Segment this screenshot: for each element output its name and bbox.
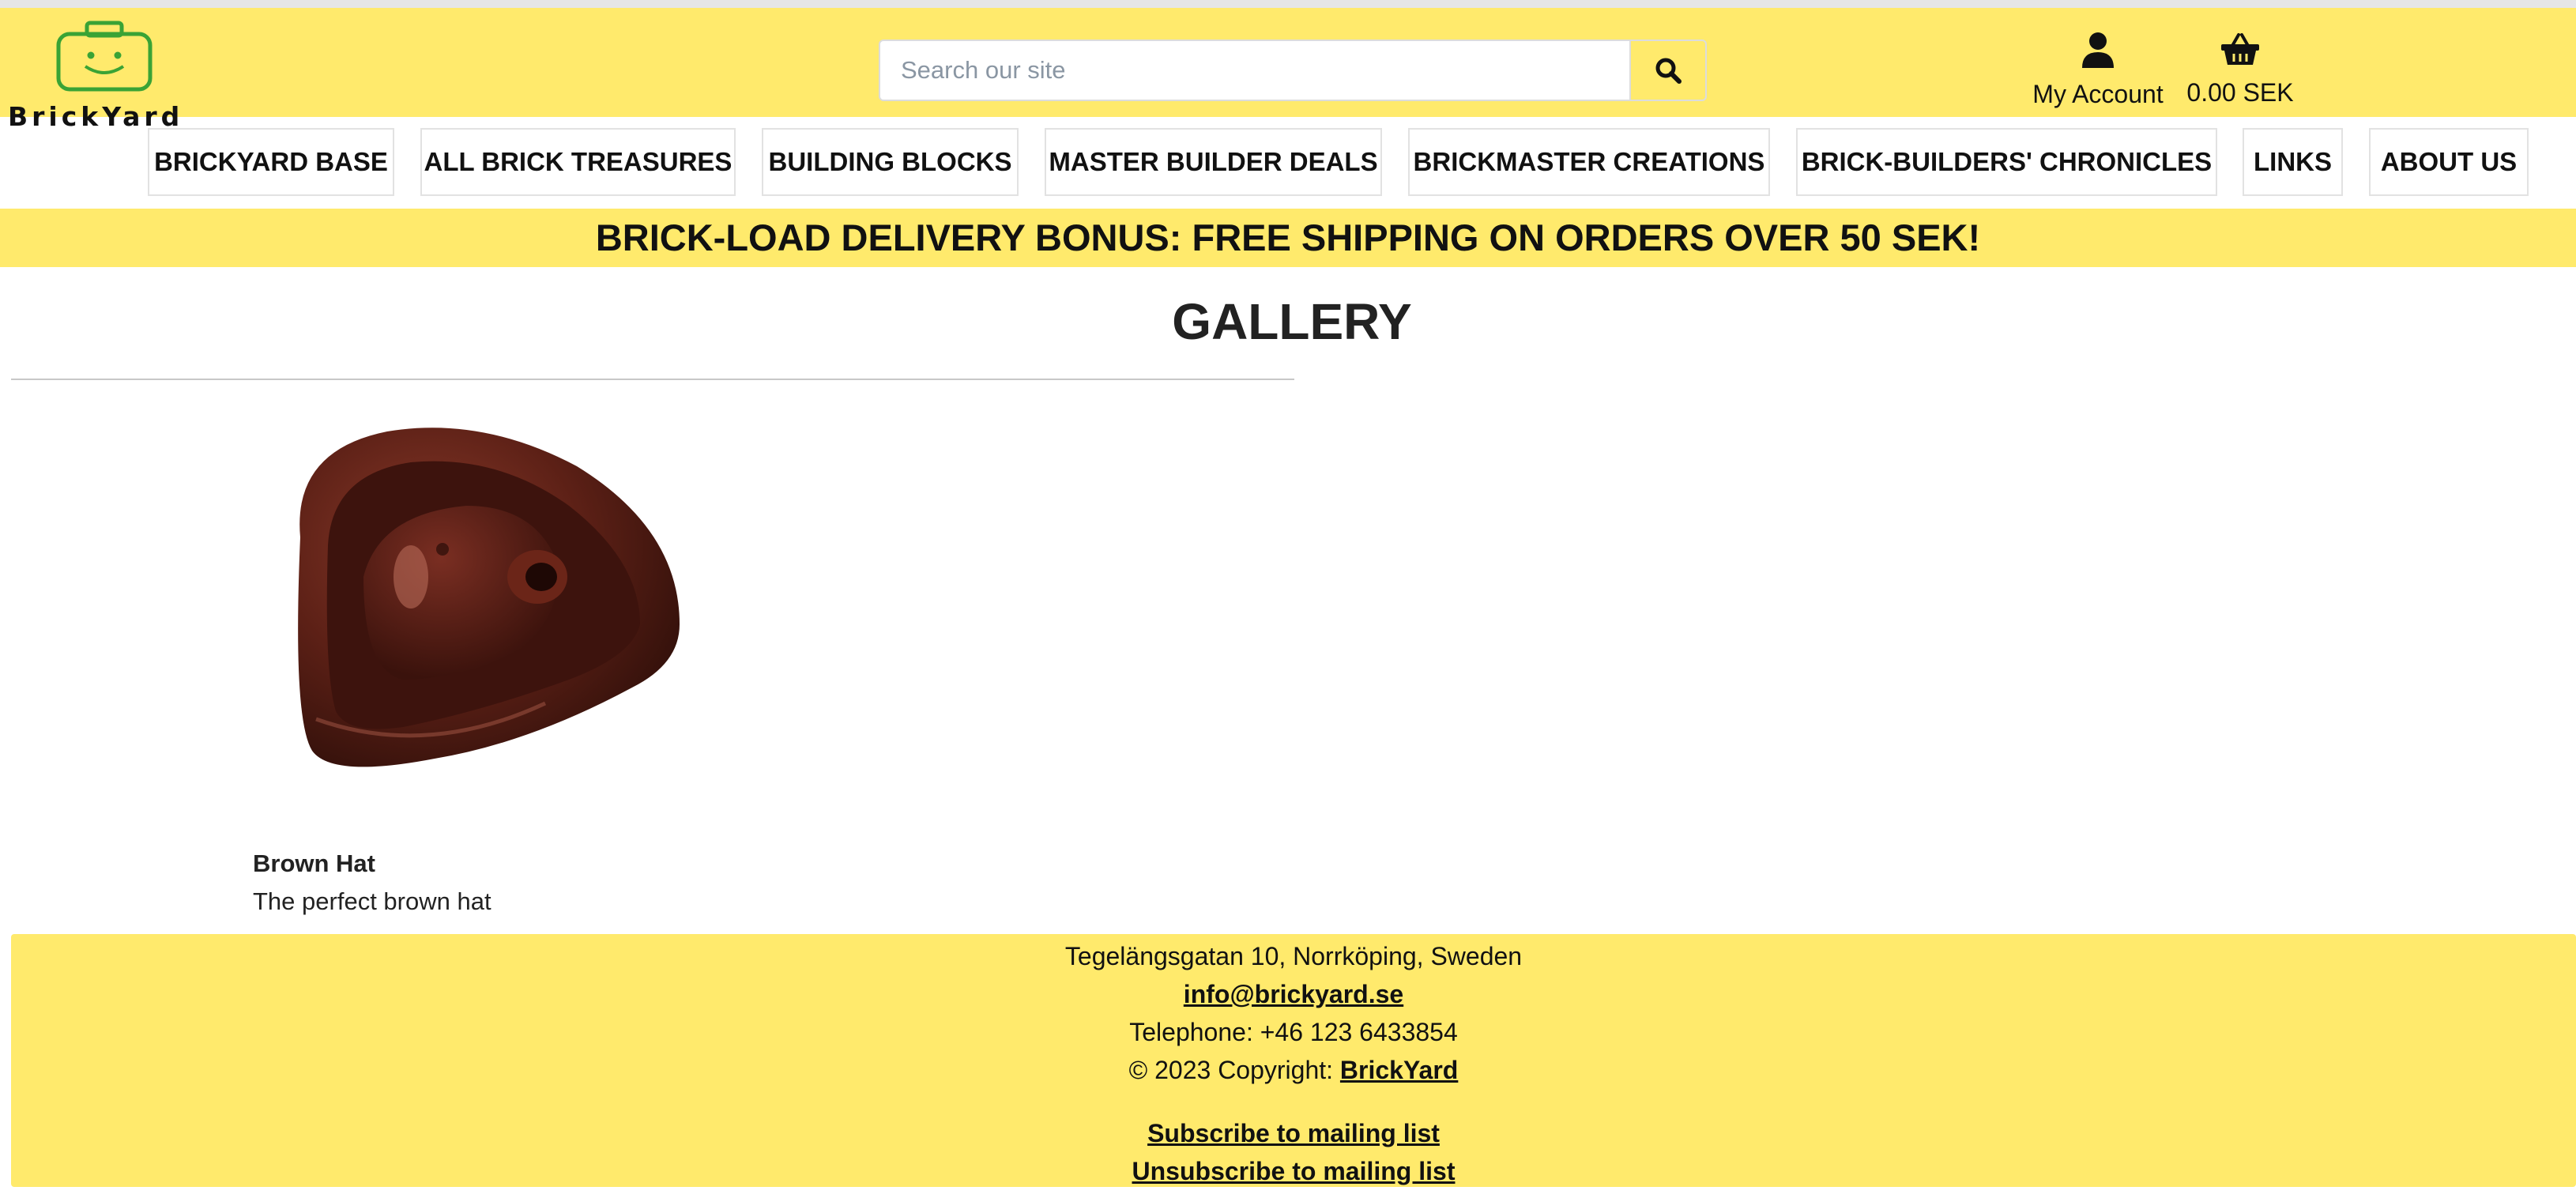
user-icon [2082, 32, 2114, 68]
subscribe-link[interactable]: Subscribe to mailing list [1147, 1119, 1440, 1147]
nav-item-brickmaster-creations[interactable]: BRICKMASTER CREATIONS [1408, 128, 1770, 196]
my-account-label: My Account [2032, 80, 2164, 108]
nav-item-all-brick-treasures[interactable]: ALL BRICK TREASURES [420, 128, 736, 196]
my-account-link[interactable]: My Account [2023, 32, 2173, 109]
search-input[interactable] [879, 40, 1631, 101]
cart-total: 0.00 SEK [2186, 78, 2294, 107]
copyright-text: © 2023 Copyright: [1128, 1056, 1334, 1084]
site-footer: Tegelängsgatan 10, Norrköping, Sweden in… [11, 934, 2576, 1187]
search-button[interactable] [1629, 40, 1707, 101]
search-form [879, 40, 1707, 101]
title-divider [11, 379, 1294, 380]
brickyard-logo[interactable]: BrickYard [8, 21, 205, 132]
nav-item-brick-builders-chronicles[interactable]: BRICK-BUILDERS' CHRONICLES [1796, 128, 2217, 196]
nav-item-about-us[interactable]: ABOUT US [2369, 128, 2529, 196]
unsubscribe-link[interactable]: Unsubscribe to mailing list [1132, 1157, 1456, 1185]
product-description: The perfect brown hat [253, 887, 491, 915]
product-name: Brown Hat [253, 850, 375, 877]
copyright-brickyard-link[interactable]: BrickYard [1340, 1056, 1458, 1084]
cart-link[interactable]: 0.00 SEK [2181, 32, 2299, 107]
basket-icon [2221, 33, 2259, 65]
nav-item-building-blocks[interactable]: BUILDING BLOCKS [762, 128, 1019, 196]
footer-email-link[interactable]: info@brickyard.se [1184, 980, 1403, 1008]
site-header: BrickYard My Account 0.00 SEK [0, 8, 2576, 132]
footer-address: Tegelängsgatan 10, Norrköping, Sweden [1064, 942, 1523, 970]
brown-hat-image[interactable] [269, 419, 711, 782]
top-border [0, 0, 2576, 8]
main-nav: BRICKYARD BASE ALL BRICK TREASURES BUILD… [0, 128, 2576, 198]
nav-item-brickyard-base[interactable]: BRICKYARD BASE [148, 128, 394, 196]
lego-head-icon [56, 21, 153, 92]
footer-telephone: Telephone: +46 123 6433854 [1129, 1018, 1458, 1046]
page-title: GALLERY [1172, 293, 1412, 350]
nav-item-links[interactable]: LINKS [2243, 128, 2343, 196]
search-icon [1655, 58, 1682, 84]
promo-banner: BRICK-LOAD DELIVERY BONUS: FREE SHIPPING… [0, 209, 2576, 267]
footer-copyright: © 2023 Copyright: BrickYard [11, 1056, 2576, 1085]
nav-item-master-builder-deals[interactable]: MASTER BUILDER DEALS [1045, 128, 1382, 196]
